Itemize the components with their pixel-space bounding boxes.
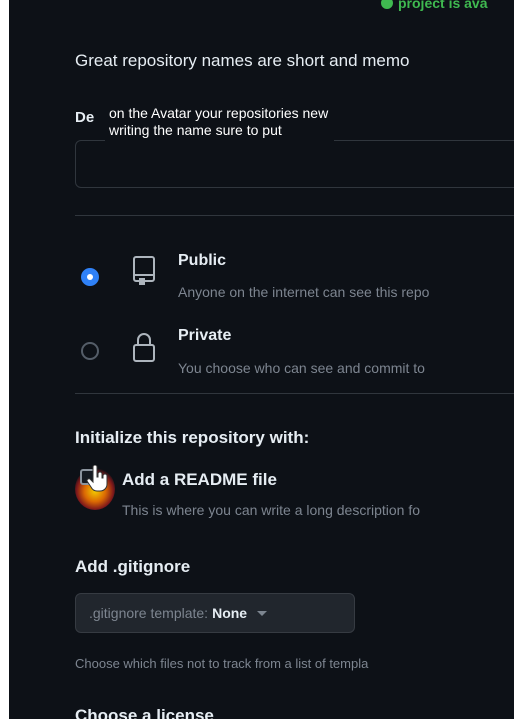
license-title: Choose a license bbox=[75, 706, 214, 719]
caret-down-icon bbox=[257, 610, 268, 616]
gitignore-template-value: None bbox=[212, 605, 248, 621]
divider-top bbox=[75, 215, 514, 216]
gitignore-template-label: .gitignore template: bbox=[89, 605, 209, 621]
repo-name-hint: Great repository names are short and mem… bbox=[75, 51, 410, 70]
availability-status: project is ava bbox=[381, 0, 488, 11]
hand-cursor-icon bbox=[86, 465, 108, 492]
caption-line-2: writing the name sure to put bbox=[109, 122, 282, 138]
description-label: De bbox=[75, 109, 95, 126]
availability-text: project is ava bbox=[398, 0, 488, 11]
gitignore-hint: Choose which files not to track from a l… bbox=[75, 656, 369, 671]
divider-middle bbox=[75, 393, 514, 394]
repo-book-icon bbox=[133, 256, 155, 285]
radio-public[interactable] bbox=[81, 268, 99, 286]
caption-line-1: on the Avatar your repositories new bbox=[109, 105, 329, 121]
caption-overlay: on the Avatar your repositories new writ… bbox=[105, 104, 335, 141]
private-title: Private bbox=[178, 327, 232, 344]
check-circle-icon bbox=[381, 0, 393, 9]
gitignore-template-dropdown[interactable]: .gitignore template: None bbox=[75, 593, 355, 633]
private-description: You choose who can see and commit to bbox=[178, 360, 425, 376]
initialize-title: Initialize this repository with: bbox=[75, 428, 310, 447]
gitignore-title: Add .gitignore bbox=[75, 557, 191, 576]
readme-title: Add a README file bbox=[122, 470, 277, 489]
window-left-edge bbox=[0, 0, 9, 719]
readme-description: This is where you can write a long descr… bbox=[122, 502, 421, 518]
description-input[interactable] bbox=[75, 140, 514, 188]
public-title: Public bbox=[178, 252, 227, 269]
public-description: Anyone on the internet can see this repo bbox=[178, 284, 430, 300]
lock-icon bbox=[133, 333, 155, 362]
radio-private[interactable] bbox=[81, 342, 99, 360]
new-repository-form: project is ava Great repository names ar… bbox=[9, 0, 514, 719]
